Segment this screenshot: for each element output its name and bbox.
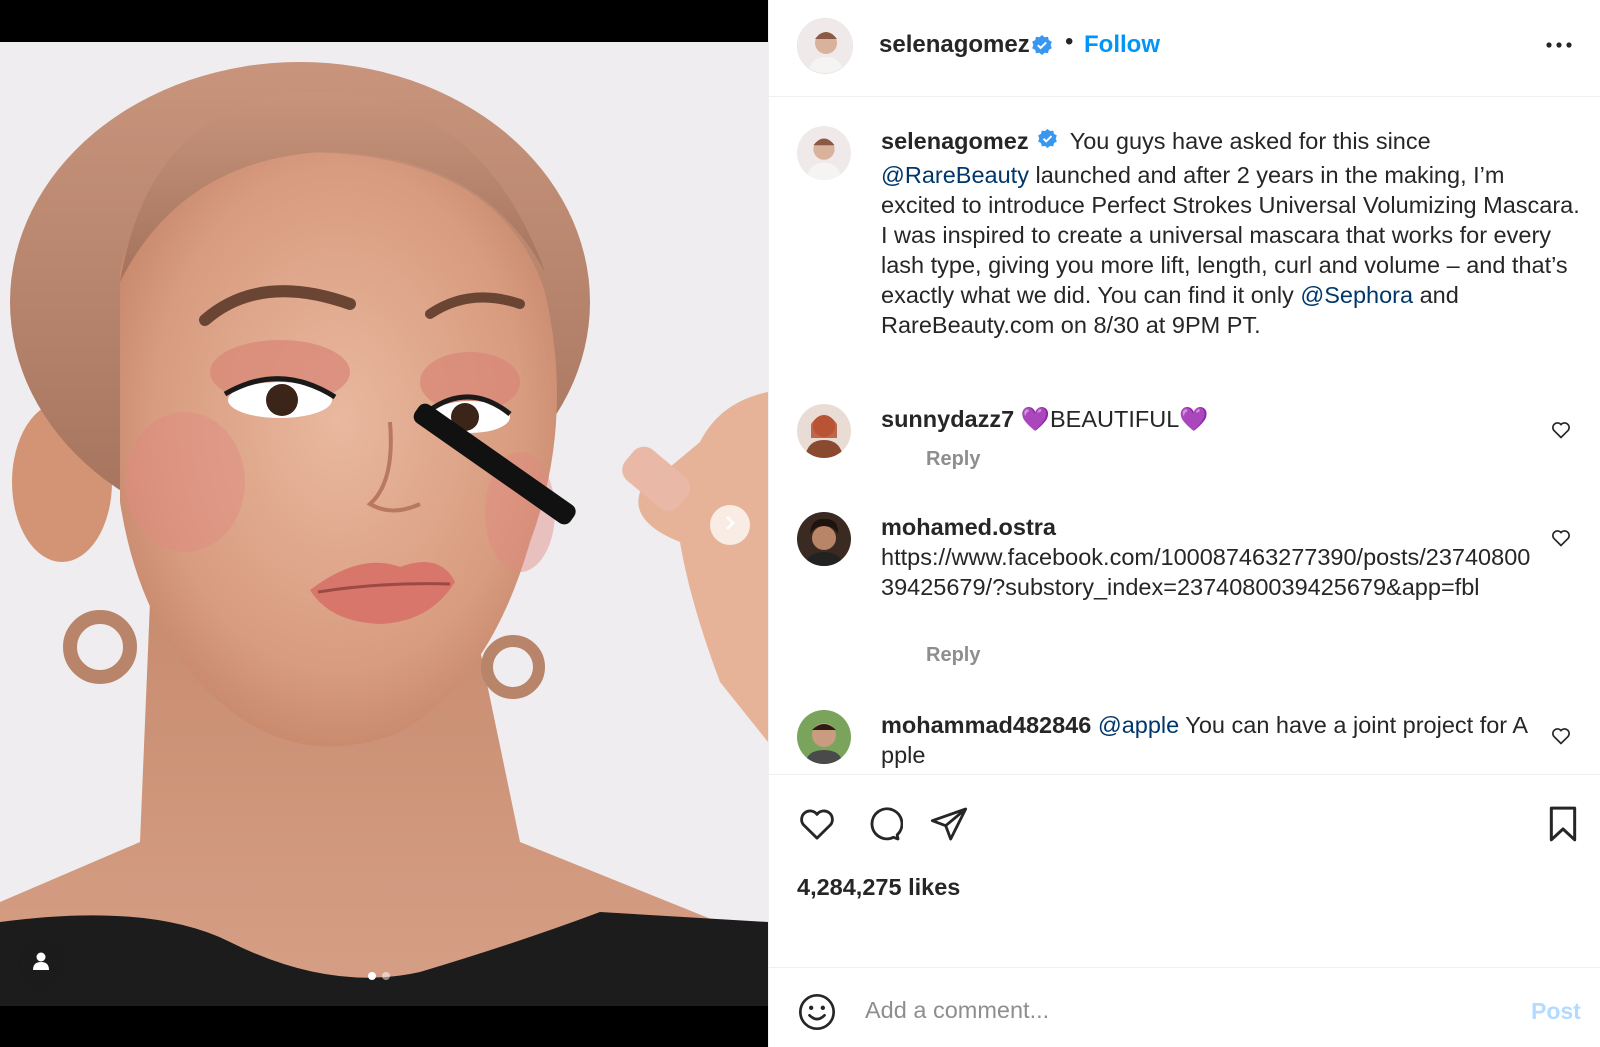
commenter-avatar[interactable] <box>797 404 851 458</box>
mention-rarebeauty[interactable]: @RareBeauty <box>881 162 1029 188</box>
post-side-panel: selenagomez • Follow selenagomez You guy… <box>768 0 1600 1047</box>
caption-body-1: You guys have asked for this since <box>1063 128 1431 155</box>
emoji-icon[interactable] <box>797 992 837 1037</box>
carousel-dot <box>368 972 376 980</box>
portrait-illustration <box>0 62 768 1006</box>
verified-badge-icon <box>1037 126 1058 156</box>
mention-sephora[interactable]: @Sephora <box>1300 282 1413 308</box>
post-header: selenagomez • Follow <box>769 0 1600 97</box>
more-options-icon[interactable] <box>1544 30 1574 65</box>
post-media-panel <box>0 0 768 1047</box>
reply-button[interactable]: Reply <box>926 644 980 667</box>
instagram-post-view: selenagomez • Follow selenagomez You guy… <box>0 0 1600 1047</box>
verified-badge-icon <box>1031 34 1053 61</box>
user-icon <box>31 951 51 976</box>
author-username[interactable]: selenagomez <box>879 31 1030 59</box>
caption-author-avatar[interactable] <box>797 126 851 180</box>
carousel-dot <box>382 972 390 980</box>
reply-button[interactable]: Reply <box>926 448 980 471</box>
author-avatar[interactable] <box>797 18 853 74</box>
comment-like-heart-icon[interactable] <box>1551 420 1571 445</box>
comment-username[interactable]: sunnydazz7 <box>881 406 1014 432</box>
share-paper-plane-icon[interactable] <box>929 804 969 849</box>
save-bookmark-icon[interactable] <box>1543 804 1583 849</box>
commenter-avatar[interactable] <box>797 710 851 764</box>
comments-scroll-area[interactable]: selenagomez You guys have asked for this… <box>769 98 1600 774</box>
comment-body: sunnydazz7 💜BEAUTIFUL💜 <box>881 404 1541 434</box>
comment-username[interactable]: mohammad482846 <box>881 712 1091 738</box>
comment-input[interactable] <box>865 990 1485 1030</box>
comment-username[interactable]: mohamed.ostra <box>881 514 1056 540</box>
tagged-users-button[interactable] <box>18 940 64 986</box>
comment-composer: Post <box>769 967 1600 1047</box>
comment-like-heart-icon[interactable] <box>1551 726 1571 751</box>
caption-text: selenagomez You guys have asked for this… <box>881 126 1581 340</box>
likes-count[interactable]: 4,284,275 likes <box>797 874 960 901</box>
post-comment-button[interactable]: Post <box>1531 998 1581 1025</box>
mention-apple[interactable]: @apple <box>1098 712 1179 738</box>
comment-body: mohammad482846 @apple You can have a joi… <box>881 710 1541 770</box>
comment-link[interactable]: https://www.facebook.com/100087463277390… <box>881 544 1530 600</box>
comment-bubble-icon[interactable] <box>863 804 904 849</box>
like-heart-icon[interactable] <box>797 804 837 849</box>
comment-text: 💜BEAUTIFUL💜 <box>1020 406 1209 432</box>
header-separator: • <box>1065 28 1074 55</box>
carousel-indicator <box>368 972 390 980</box>
post-photo <box>0 42 768 1006</box>
chevron-right-icon <box>722 515 738 536</box>
comment-body: mohamed.ostra https://www.facebook.com/10… <box>881 512 1541 602</box>
comment-like-heart-icon[interactable] <box>1551 528 1571 553</box>
caption-username[interactable]: selenagomez <box>881 128 1029 154</box>
follow-button[interactable]: Follow <box>1084 31 1160 59</box>
carousel-next-button[interactable] <box>710 505 750 545</box>
actions-divider <box>769 774 1600 775</box>
commenter-avatar[interactable] <box>797 512 851 566</box>
